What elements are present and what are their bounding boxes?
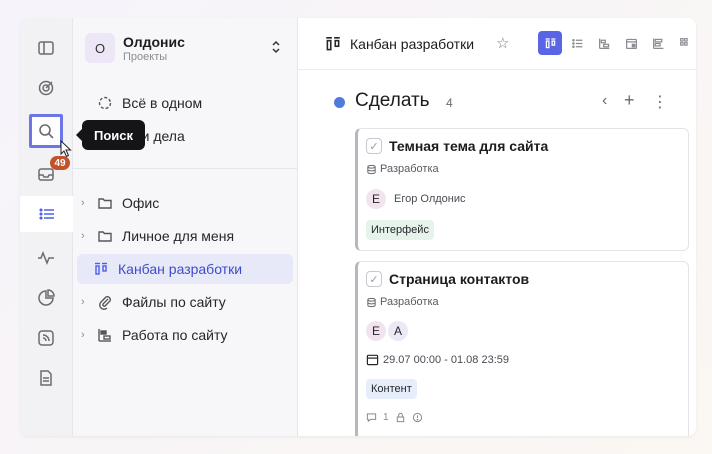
app-window: 49 О Олдонис Проекты Всё в одном Мои дел… — [20, 18, 696, 436]
search-tooltip: Поиск — [75, 120, 146, 150]
lock-icon — [396, 412, 404, 423]
kanban-column-header: Сделать 4 ‹ + ⋮ — [334, 90, 684, 114]
task-date: 29.07 00:00 - 01.08 23:59 — [383, 353, 509, 366]
sidebar-item-label: Канбан разработки — [118, 261, 243, 277]
feed-icon — [38, 330, 54, 346]
document-icon — [40, 370, 52, 386]
avatar: Е — [366, 321, 386, 341]
main-content: Канбан разработки ☆ Сделать 4 ‹ + ⋮ ✓ Те… — [298, 18, 696, 436]
paperclip-icon — [97, 294, 113, 310]
inbox-badge: 49 — [50, 156, 70, 170]
page-title: Канбан разработки — [350, 36, 475, 52]
sidebar-item-office[interactable]: › Офис — [81, 188, 159, 218]
kanban-icon — [545, 37, 555, 48]
add-task-button[interactable]: + — [624, 90, 635, 111]
gantt-icon — [598, 38, 609, 49]
sidebar-divider — [73, 168, 298, 169]
task-project: Разработка — [380, 163, 439, 175]
sidebar-item-label: Личное для меня — [122, 228, 235, 244]
project-sidebar: О Олдонис Проекты Всё в одном Мои дела › — [73, 18, 298, 436]
sidebar-toggle-icon — [38, 41, 54, 55]
loader-icon — [97, 95, 113, 111]
view-gantt-button[interactable] — [592, 31, 616, 55]
star-icon[interactable]: ☆ — [496, 34, 509, 52]
task-title: Темная тема для сайта — [389, 138, 549, 154]
kanban-icon — [93, 261, 109, 277]
chevron-up-down-icon — [271, 39, 281, 58]
inbox-button[interactable]: 49 — [26, 156, 70, 192]
assignee-name: Егор Олдонис — [394, 193, 466, 205]
search-icon — [39, 124, 54, 139]
avatar: А — [388, 321, 408, 341]
sidebar-item-work[interactable]: › Работа по сайту — [81, 320, 228, 350]
search-button[interactable] — [29, 114, 63, 148]
chevron-right-icon: › — [81, 296, 85, 308]
gantt-icon — [97, 327, 113, 343]
task-title: Страница контактов — [389, 271, 530, 287]
sidebar-item-label: Всё в одном — [122, 95, 203, 111]
database-icon — [367, 164, 376, 174]
task-tag: Контент — [366, 379, 417, 399]
view-list-button[interactable] — [565, 31, 589, 55]
mouse-cursor-icon — [60, 140, 72, 158]
sidebar-item-label: Офис — [122, 195, 160, 211]
pie-chart-icon — [38, 289, 55, 306]
task-checkbox[interactable]: ✓ — [366, 138, 382, 154]
more-icon[interactable]: ⋮ — [652, 92, 668, 112]
folder-icon — [97, 228, 113, 244]
activity-button[interactable] — [26, 240, 66, 276]
feed-button[interactable] — [26, 320, 66, 356]
task-meta: 1 — [366, 412, 423, 423]
sidebar-item-label: Файлы по сайту — [122, 294, 226, 310]
view-kanban-button[interactable] — [538, 31, 562, 55]
documents-button[interactable] — [26, 360, 66, 396]
task-checkbox[interactable]: ✓ — [366, 271, 382, 287]
task-card[interactable]: ✓ Темная тема для сайта Разработка Е Его… — [355, 128, 689, 251]
workspace-name: Олдонис — [123, 33, 185, 50]
reports-button[interactable] — [26, 280, 66, 316]
grid-icon — [679, 37, 688, 46]
avatar: Е — [366, 189, 386, 209]
database-icon — [367, 297, 376, 307]
chevron-right-icon: › — [81, 329, 85, 341]
icon-rail: 49 — [20, 18, 73, 436]
sidebar-item-personal[interactable]: › Личное для меня — [81, 221, 234, 251]
folder-icon — [97, 195, 113, 211]
sidebar-item-all[interactable]: Всё в одном — [97, 88, 202, 118]
status-dot — [334, 97, 345, 108]
collapse-icon[interactable]: ‹ — [602, 92, 607, 110]
view-switcher — [538, 31, 696, 55]
timeline-icon — [652, 38, 663, 49]
chevron-right-icon: › — [81, 230, 85, 242]
sidebar-item-label: Работа по сайту — [122, 327, 228, 343]
column-title: Сделать — [355, 90, 430, 111]
alert-icon — [412, 412, 422, 423]
sidebar-item-kanban[interactable]: Канбан разработки — [77, 254, 293, 284]
calendar-icon — [366, 354, 379, 366]
list-icon — [571, 38, 582, 48]
project-header: Канбан разработки ☆ — [298, 18, 696, 70]
goals-button[interactable] — [26, 70, 66, 106]
list-icon — [38, 208, 54, 220]
column-count: 4 — [446, 96, 453, 110]
task-tag: Интерфейс — [366, 220, 434, 240]
view-timeline-button[interactable] — [646, 31, 670, 55]
kanban-icon — [324, 35, 342, 53]
tasks-button[interactable] — [20, 196, 73, 232]
sidebar-item-files[interactable]: › Файлы по сайту — [81, 287, 226, 317]
workspace-avatar: О — [85, 33, 115, 63]
chevron-right-icon: › — [81, 197, 85, 209]
comment-icon — [366, 413, 377, 423]
activity-icon — [38, 250, 54, 266]
task-card[interactable]: ✓ Страница контактов Разработка Е А 29.0… — [355, 261, 689, 436]
comment-count: 1 — [383, 412, 389, 423]
calendar-icon — [625, 38, 637, 49]
workspace-subtitle: Проекты — [123, 50, 168, 63]
view-calendar-button[interactable] — [619, 31, 643, 55]
workspace-switcher[interactable]: О Олдонис Проекты — [85, 30, 285, 66]
task-project: Разработка — [380, 296, 439, 308]
target-icon — [38, 80, 54, 96]
sidebar-toggle-button[interactable] — [26, 30, 66, 66]
view-grid-button[interactable] — [673, 31, 696, 55]
